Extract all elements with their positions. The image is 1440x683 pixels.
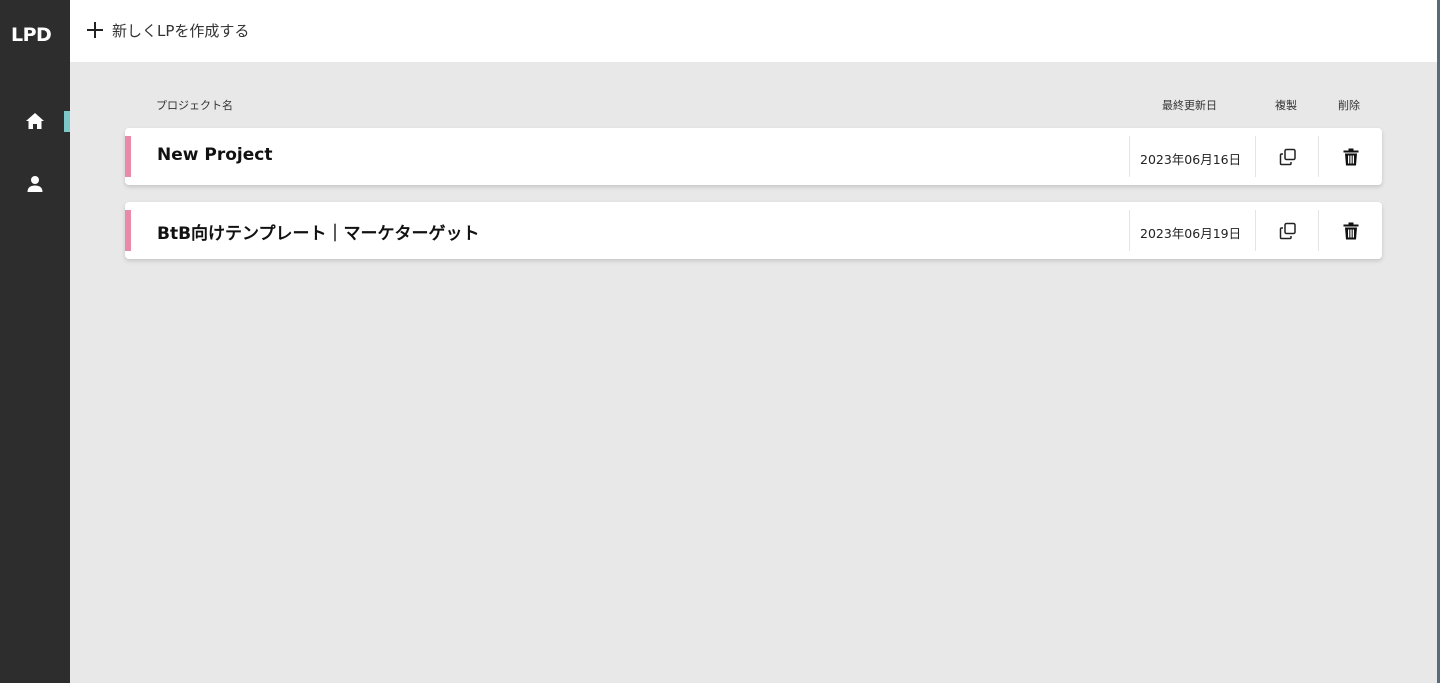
home-icon xyxy=(26,113,44,129)
sidebar-item-home[interactable] xyxy=(0,101,70,141)
project-name: New Project xyxy=(157,145,273,165)
main-content: 新しくLPを作成する プロジェクト名 最終更新日 複製 削除 New Proje… xyxy=(70,0,1437,683)
sidebar-item-account[interactable] xyxy=(0,164,70,204)
divider xyxy=(1318,210,1319,251)
copy-project-button[interactable] xyxy=(1275,144,1301,170)
plus-icon xyxy=(86,21,104,39)
divider xyxy=(1318,136,1319,177)
copy-icon xyxy=(1279,148,1296,166)
delete-project-button[interactable] xyxy=(1338,144,1364,170)
create-lp-label: 新しくLPを作成する xyxy=(112,21,250,40)
column-header-project-name: プロジェクト名 xyxy=(156,99,233,112)
top-bar: 新しくLPを作成する xyxy=(70,0,1437,62)
divider xyxy=(1255,210,1256,251)
project-updated-date: 2023年06月16日 xyxy=(1140,152,1242,167)
user-icon xyxy=(27,176,43,192)
project-row[interactable]: New Project 2023年06月16日 xyxy=(125,128,1382,185)
project-updated-date: 2023年06月19日 xyxy=(1140,226,1242,241)
copy-icon xyxy=(1279,222,1296,240)
app-logo[interactable]: LPD xyxy=(11,24,52,46)
column-header-copy: 複製 xyxy=(1275,99,1297,112)
column-header-last-updated: 最終更新日 xyxy=(1162,99,1217,112)
divider xyxy=(1129,136,1130,177)
divider xyxy=(1255,136,1256,177)
copy-project-button[interactable] xyxy=(1275,218,1301,244)
create-lp-button[interactable]: 新しくLPを作成する xyxy=(86,17,249,43)
trash-icon xyxy=(1343,222,1359,240)
row-accent-bar xyxy=(125,136,131,177)
row-accent-bar xyxy=(125,210,131,251)
project-row[interactable]: BtB向けテンプレート｜マーケターゲット 2023年06月19日 xyxy=(125,202,1382,259)
column-header-delete: 削除 xyxy=(1338,99,1360,112)
project-name: BtB向けテンプレート｜マーケターゲット xyxy=(157,224,480,244)
app-root: LPD 新しくLPを作成する プロジェクト名 最終更新日 複製 削除 New P… xyxy=(0,0,1440,683)
divider xyxy=(1129,210,1130,251)
delete-project-button[interactable] xyxy=(1338,218,1364,244)
trash-icon xyxy=(1343,148,1359,166)
sidebar: LPD xyxy=(0,0,70,683)
